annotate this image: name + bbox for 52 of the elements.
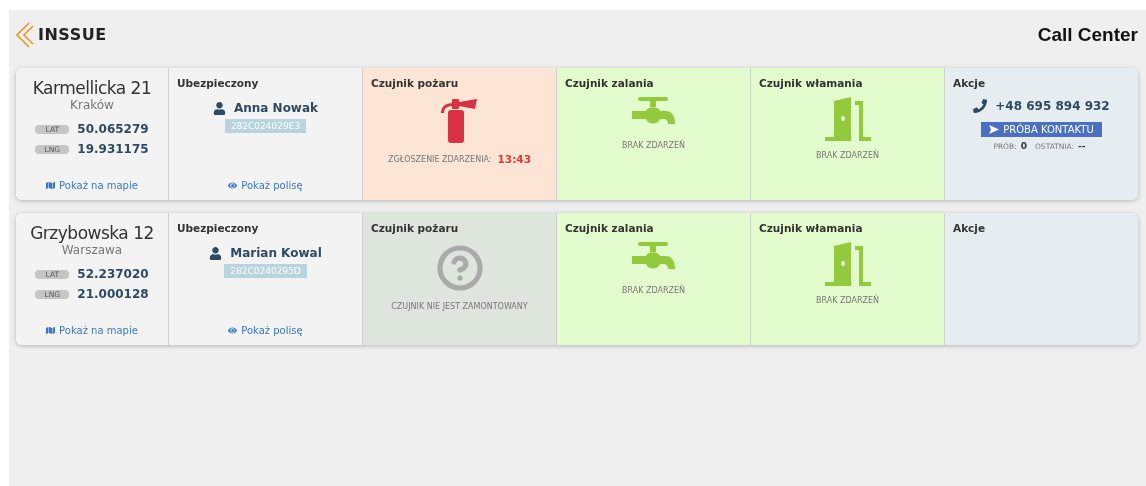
send-icon — [989, 125, 1000, 134]
page-title: Call Center — [1037, 23, 1138, 46]
sensor-status: CZUJNIK NIE JEST ZAMONTOWANY — [391, 302, 528, 311]
policy-id: 282C0240295D — [224, 264, 307, 278]
insured-name: Anna Nowak — [233, 101, 319, 115]
section-heading: Czujnik włamania — [759, 77, 863, 89]
section-heading: Ubezpieczony — [177, 77, 259, 89]
show-map-link[interactable]: Pokaż na mapie — [46, 180, 138, 191]
show-policy-link[interactable]: Pokaż polisę — [228, 180, 303, 191]
question-icon — [435, 244, 484, 292]
logo-icon — [16, 21, 36, 48]
coordinate-value: 50.065279 — [77, 122, 149, 136]
fire-extinguisher-icon — [439, 97, 480, 143]
city-name: Kraków — [70, 98, 114, 112]
coordinate-value: 19.931175 — [77, 142, 149, 156]
street-address: Grzybowska 12 — [30, 223, 154, 243]
policy-id: 282C024029E3 — [224, 119, 307, 133]
logo-text: INSSUE — [38, 25, 107, 44]
street-address: Karmellicka 21 — [32, 78, 152, 98]
coordinate-value: 52.237020 — [77, 267, 149, 281]
sensor-status: BRAK ZDARZEŃ — [621, 141, 685, 150]
sensor-status: BRAK ZDARZEŃ — [815, 296, 879, 305]
map-icon — [46, 326, 56, 335]
phone-number: +48 695 894 932 — [995, 99, 1110, 113]
insured-name: Marian Kowal — [230, 246, 322, 260]
user-icon — [212, 101, 226, 115]
coordinate-value: 21.000128 — [77, 287, 149, 301]
event-time: 13:43 — [497, 153, 531, 165]
city-name: Warszawa — [61, 243, 123, 257]
sensor-status: BRAK ZDARZEŃ — [621, 286, 685, 295]
show-policy-link[interactable]: Pokaż polisę — [228, 325, 303, 336]
last-attempt-value: -- — [1078, 141, 1086, 151]
section-heading: Ubezpieczony — [177, 222, 259, 234]
attempts-count: 0 — [1020, 141, 1027, 151]
section-heading: Czujnik pożaru — [371, 222, 459, 234]
contact-attempt-button[interactable]: PRÓBA KONTAKTU — [981, 122, 1102, 137]
door-icon — [824, 97, 871, 141]
section-heading: Akcje — [953, 222, 986, 234]
user-icon — [209, 246, 223, 260]
door-icon — [824, 242, 871, 286]
section-heading: Czujnik pożaru — [371, 77, 459, 89]
eye-icon — [228, 326, 238, 335]
section-heading: Czujnik zalania — [565, 77, 654, 89]
section-heading: Czujnik zalania — [565, 222, 654, 234]
section-heading: Akcje — [953, 77, 986, 89]
phone-icon — [973, 99, 988, 113]
sensor-status: ZGŁOSZENIE ZDARZENIA: — [388, 154, 492, 164]
section-heading: Czujnik włamania — [759, 222, 863, 234]
sensor-status: BRAK ZDARZEŃ — [815, 151, 879, 160]
map-icon — [46, 181, 56, 190]
show-map-link[interactable]: Pokaż na mapie — [46, 325, 138, 336]
eye-icon — [228, 181, 238, 190]
